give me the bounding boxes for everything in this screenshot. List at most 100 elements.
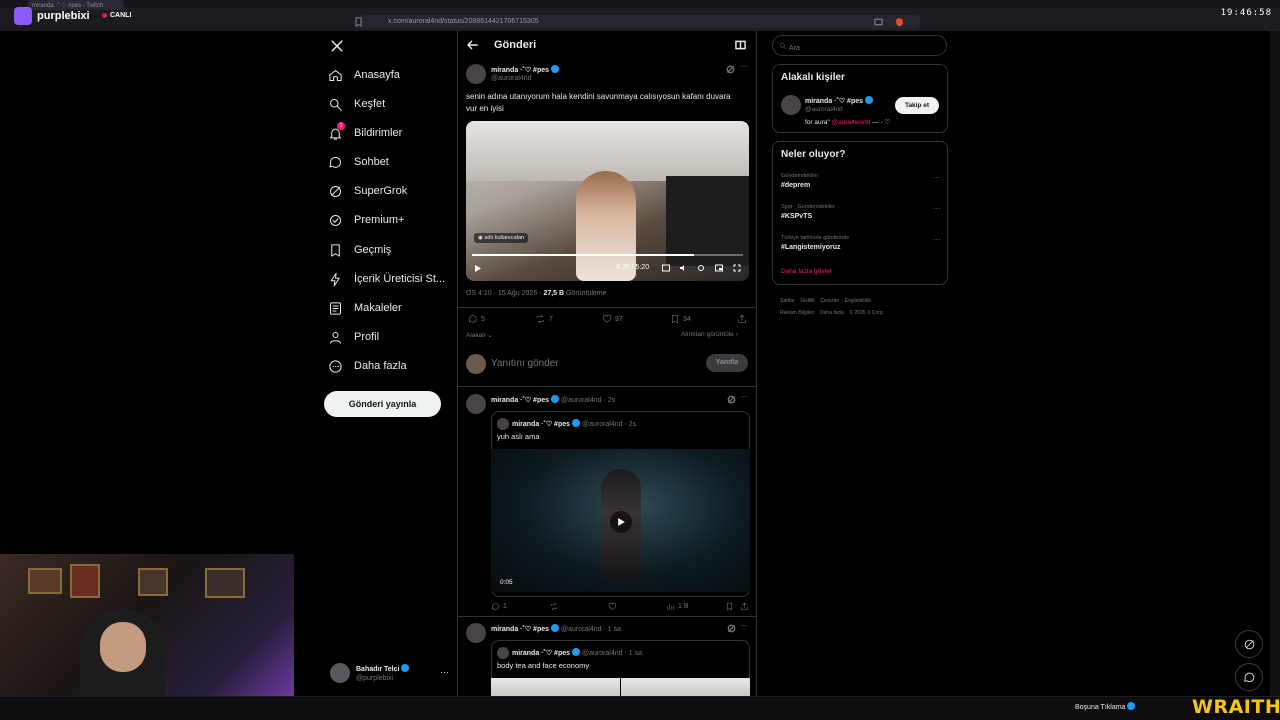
reply-action[interactable]: 1 — [491, 602, 507, 611]
more-dots-icon[interactable]: ··· — [933, 173, 941, 182]
sidebar-item-bookmarks[interactable]: Geçmiş — [328, 238, 391, 262]
reply-author[interactable]: miranda ·˚♡ #pes @auroral4nd · 2s — [491, 395, 615, 404]
views-action[interactable]: 1 B — [666, 602, 689, 611]
sidebar-item-profile[interactable]: Profil — [328, 325, 379, 349]
video-duration: 0:05 — [500, 579, 513, 586]
messages-fab[interactable] — [1235, 663, 1263, 691]
footer-link[interactable]: Gizlilik — [800, 298, 814, 304]
captions-icon[interactable] — [662, 264, 670, 272]
avatar[interactable] — [466, 64, 486, 84]
video-player[interactable]: ◉ adlı kullanıcıdan 4:25 / 5:20 — [466, 121, 749, 281]
more-dots-icon[interactable]: ··· — [933, 204, 941, 213]
avatar[interactable] — [466, 394, 486, 414]
sidebar-item-chat[interactable]: Sohbet — [328, 150, 389, 174]
related-name[interactable]: miranda ·˚♡ #pes — [805, 96, 874, 105]
play-button[interactable] — [610, 511, 632, 533]
bookmark-action[interactable]: 34 — [670, 314, 691, 324]
bookmark-icon[interactable] — [725, 602, 734, 611]
reply-input[interactable] — [491, 356, 651, 371]
grok-icon[interactable] — [726, 65, 735, 74]
related-handle[interactable]: @auroral4nd — [805, 106, 843, 113]
follow-button[interactable]: Takip et — [895, 97, 939, 114]
sidebar-item-notifications[interactable]: 1 Bildirimler — [328, 121, 402, 145]
grok-icon[interactable] — [727, 395, 736, 404]
reply-author[interactable]: miranda ·˚♡ #pes @auroral4nd · 1 sa — [491, 624, 621, 633]
retweet-action[interactable]: 7 — [535, 314, 553, 324]
view-quotes-link[interactable]: Alıntıları görüntüle › — [681, 331, 738, 338]
related-sort-dropdown[interactable]: Alakalı ⌄ — [466, 331, 493, 339]
avatar[interactable] — [466, 623, 486, 643]
more-dots-icon[interactable]: ··· — [933, 235, 941, 244]
quote-image[interactable] — [621, 678, 750, 696]
footer-link[interactable]: Erişilebilirlik — [845, 298, 871, 304]
volume-icon[interactable] — [679, 264, 687, 272]
brand-logo: purplebixi — [14, 6, 90, 26]
more-dots-icon[interactable]: ··· — [740, 62, 748, 71]
account-switcher[interactable]: Bahadır Telci @purplebixi ··· — [328, 659, 453, 689]
bio-mention[interactable]: @aura4world — [832, 119, 871, 126]
author-handle[interactable]: @auroral4nd — [491, 75, 532, 82]
quote-video[interactable]: 0:05 — [491, 449, 750, 592]
x-logo-icon[interactable] — [330, 39, 344, 53]
back-arrow-icon[interactable] — [467, 40, 478, 50]
more-dots-icon[interactable]: ··· — [740, 621, 748, 630]
avatar[interactable] — [781, 95, 801, 115]
verified-badge-icon — [551, 624, 560, 632]
share-icon[interactable] — [737, 314, 747, 324]
sidebar-item-label: Geçmiş — [354, 244, 392, 256]
reply-action[interactable]: 5 — [468, 314, 485, 324]
video-progress-track[interactable] — [472, 254, 743, 256]
grok-fab[interactable] — [1235, 630, 1263, 658]
quote-image[interactable] — [491, 678, 620, 696]
footer-link[interactable]: Reklam Bilgileri — [780, 310, 814, 316]
show-more-link[interactable]: Daha fazla göster — [781, 268, 832, 275]
author-name-text: miranda ·˚♡ #pes — [491, 397, 550, 404]
reply-button[interactable]: Yanıtla — [706, 354, 748, 372]
sidebar-item-creator-studio[interactable]: İçerik Üreticisi St... — [328, 267, 445, 291]
purplebixi-logo-icon — [14, 7, 32, 25]
sidebar-item-supergrok[interactable]: SuperGrok — [328, 179, 407, 203]
post-button[interactable]: Gönderi yayınla — [324, 391, 441, 417]
reader-view-icon[interactable] — [874, 18, 883, 26]
play-icon — [617, 518, 625, 526]
divider — [458, 386, 756, 387]
chat-icon — [329, 156, 341, 168]
sidebar-item-premium[interactable]: Premium+ — [328, 208, 404, 232]
footer-link[interactable]: Çerezler — [820, 298, 839, 304]
more-dots-icon[interactable]: ··· — [740, 392, 748, 401]
retweet-icon[interactable] — [549, 602, 559, 611]
sidebar-item-explore[interactable]: Keşfet — [328, 92, 385, 116]
search-icon — [330, 98, 342, 111]
retweet-icon — [537, 314, 544, 324]
settings-gear-icon[interactable] — [697, 264, 705, 272]
share-icon[interactable] — [740, 602, 749, 611]
bookmark-page-icon[interactable] — [354, 17, 363, 27]
play-icon[interactable] — [474, 264, 482, 273]
video-attribution[interactable]: ◉ adlı kullanıcıdan — [474, 233, 529, 243]
views-label: Görüntüleme — [566, 290, 607, 297]
footer-link[interactable]: Daha fazla — [820, 310, 844, 316]
tweet-time[interactable]: ÖS 4:10 · 15 Ağu 2026 · — [466, 290, 542, 297]
sidebar-item-articles[interactable]: Makaleler — [328, 296, 402, 320]
fullscreen-icon[interactable] — [733, 264, 741, 272]
reader-icon[interactable] — [735, 40, 746, 50]
scrollbar[interactable] — [1270, 31, 1280, 696]
brave-shield-icon[interactable] — [895, 17, 904, 27]
grok-icon[interactable] — [727, 624, 736, 633]
trends-card: Neler oluyor? Gündemdekiler #deprem ··· Sp… — [772, 141, 948, 285]
bookmark-icon — [672, 314, 678, 324]
sidebar-item-home[interactable]: Anasayfa — [328, 63, 400, 87]
like-action[interactable]: 97 — [602, 314, 623, 324]
trend-item[interactable]: Spor · Gündemdekiler #KSPvTS ··· — [781, 204, 941, 220]
more-dots-icon[interactable]: ··· — [440, 667, 449, 677]
trend-item[interactable]: Türkiye tarihinde gündemde #Langistemiyor… — [781, 235, 941, 251]
url-bar[interactable]: x.com/auroral4nd/status/2088614421706715… — [360, 15, 920, 29]
picture-in-picture-icon[interactable] — [715, 264, 723, 272]
search-input[interactable] — [772, 35, 947, 56]
sidebar-item-more[interactable]: Daha fazla — [328, 354, 407, 378]
author-name[interactable]: miranda ·˚♡ #pes — [491, 65, 560, 74]
trend-item[interactable]: Gündemdekiler #deprem ··· — [781, 173, 941, 189]
heart-icon[interactable] — [608, 602, 617, 611]
streamer-face — [100, 622, 146, 672]
footer-link[interactable]: Şartlar — [780, 298, 795, 304]
